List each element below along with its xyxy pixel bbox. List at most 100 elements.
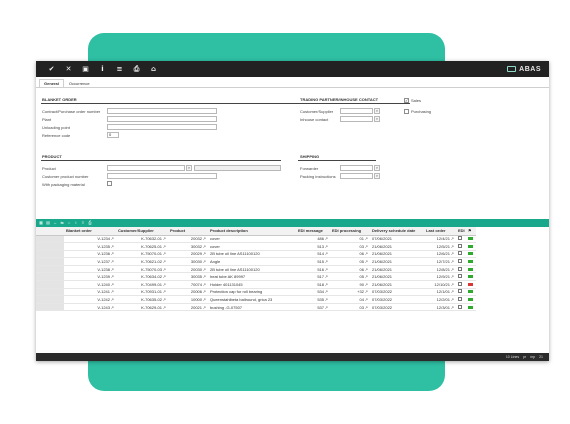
document-icon[interactable] bbox=[458, 243, 462, 248]
contract-field[interactable] bbox=[107, 108, 217, 114]
document-icon[interactable] bbox=[458, 236, 462, 241]
grid-sort-icon[interactable]: ≡ bbox=[80, 220, 86, 226]
check-icon[interactable]: ✔ bbox=[43, 63, 60, 75]
link-icon[interactable]: ↗ bbox=[364, 237, 368, 241]
link-icon[interactable]: ↗ bbox=[110, 282, 114, 287]
link-icon[interactable]: ↗ bbox=[110, 260, 114, 264]
document-icon[interactable] bbox=[458, 274, 462, 279]
packaging-checkbox[interactable] bbox=[107, 181, 112, 186]
col-edi[interactable]: EDI bbox=[456, 227, 466, 236]
table-row[interactable]: V-1235 ↗ K-70625-01 ↗ 30032 ↗ cover 513 ↗ 03 … bbox=[36, 242, 476, 251]
link-icon[interactable]: ↗ bbox=[162, 290, 166, 294]
link-icon[interactable]: ↗ bbox=[450, 244, 454, 249]
link-icon[interactable]: ↗ bbox=[450, 305, 454, 310]
close-icon[interactable]: ✕ bbox=[60, 63, 77, 75]
link-icon[interactable]: ↗ bbox=[364, 244, 368, 249]
link-icon[interactable]: ↗ bbox=[162, 260, 166, 264]
customer-supplier-pick-icon[interactable]: ⌕ bbox=[374, 108, 380, 114]
link-icon[interactable]: ↗ bbox=[162, 244, 166, 249]
document-icon[interactable] bbox=[458, 251, 462, 256]
packing-instructions-field[interactable] bbox=[340, 173, 373, 179]
table-row[interactable]: V-1241 ↗ K-70931-01 ↗ 20006 ↗ Protection ca… bbox=[36, 288, 476, 297]
grid-info-icon[interactable]: i bbox=[73, 220, 79, 226]
link-icon[interactable]: ↗ bbox=[364, 305, 368, 310]
unloading-field[interactable] bbox=[107, 124, 217, 130]
link-icon[interactable]: ↗ bbox=[202, 252, 206, 256]
document-icon[interactable] bbox=[458, 281, 462, 286]
reference-field[interactable]: 0 bbox=[107, 132, 119, 138]
link-icon[interactable]: ↗ bbox=[202, 267, 206, 272]
grid-collapse-icon[interactable]: ⇆ bbox=[59, 220, 65, 226]
tab-general[interactable]: General bbox=[39, 79, 64, 87]
grid-select-icon[interactable]: ▦ bbox=[38, 220, 44, 226]
col-customer-supplier[interactable]: Customer/Supplier bbox=[116, 227, 168, 236]
table-row[interactable]: V-1243 ↗ K-70629-01 ↗ 20021 ↗ bushing -G-07… bbox=[36, 303, 476, 312]
tab-occurrence[interactable]: Occurrence bbox=[64, 79, 95, 87]
link-icon[interactable]: ↗ bbox=[364, 290, 368, 294]
link-icon[interactable]: ↗ bbox=[450, 237, 454, 241]
forwarder-pick-icon[interactable]: ⌕ bbox=[374, 165, 380, 171]
table-row[interactable]: V-1240 ↗ K-70499-01 ↗ 70074 ↗ Holder 401131… bbox=[36, 280, 476, 289]
col-edi-processing[interactable]: EDI processing bbox=[330, 227, 370, 236]
link-icon[interactable]: ↗ bbox=[110, 275, 114, 279]
link-icon[interactable]: ↗ bbox=[202, 237, 206, 241]
link-icon[interactable]: ↗ bbox=[110, 290, 114, 294]
link-icon[interactable]: ↗ bbox=[324, 237, 328, 241]
link-icon[interactable]: ↗ bbox=[162, 305, 166, 310]
col-blanket-order[interactable]: Blanket order bbox=[64, 227, 116, 236]
inhouse-contact-field[interactable] bbox=[340, 116, 373, 122]
link-icon[interactable]: ↗ bbox=[162, 282, 166, 287]
link-icon[interactable]: ↗ bbox=[324, 305, 328, 310]
document-icon[interactable] bbox=[458, 297, 462, 302]
info-icon[interactable]: i bbox=[94, 63, 111, 75]
sales-checkbox[interactable]: ✓ bbox=[404, 98, 409, 103]
forwarder-field[interactable] bbox=[340, 165, 373, 171]
link-icon[interactable]: ↗ bbox=[202, 244, 206, 249]
link-icon[interactable]: ↗ bbox=[202, 282, 206, 287]
col-edi-message[interactable]: EDI message bbox=[296, 227, 330, 236]
link-icon[interactable]: ↗ bbox=[450, 290, 454, 294]
link-icon[interactable]: ↗ bbox=[202, 260, 206, 264]
link-icon[interactable]: ↗ bbox=[324, 267, 328, 272]
col-delivery-schedule-date[interactable]: Delivery schedule date bbox=[370, 227, 424, 236]
inhouse-contact-pick-icon[interactable]: ⌕ bbox=[374, 116, 380, 122]
link-icon[interactable]: ↗ bbox=[110, 267, 114, 272]
link-icon[interactable]: ↗ bbox=[364, 282, 368, 287]
link-icon[interactable]: ↗ bbox=[110, 305, 114, 310]
document-icon[interactable] bbox=[458, 266, 462, 271]
link-icon[interactable]: ↗ bbox=[110, 252, 114, 256]
link-icon[interactable]: ↗ bbox=[364, 275, 368, 279]
table-row[interactable]: V-1234 ↗ K-70632-01 ↗ 20032 ↗ cover 486 ↗ 01 … bbox=[36, 235, 476, 244]
col-product-description[interactable]: Product description bbox=[208, 227, 296, 236]
link-icon[interactable]: ↗ bbox=[364, 252, 368, 256]
product-field[interactable] bbox=[107, 165, 185, 171]
col-last-order[interactable]: Last order bbox=[424, 227, 456, 236]
plant-field[interactable] bbox=[107, 116, 217, 122]
link-icon[interactable]: ↗ bbox=[324, 260, 328, 264]
link-icon[interactable]: ↗ bbox=[110, 237, 114, 241]
customer-product-number-field[interactable] bbox=[107, 173, 217, 179]
table-row[interactable]: V-1242 ↗ K-70635-02 ↗ 10000 ↗ Queenstahlbet… bbox=[36, 295, 476, 304]
link-icon[interactable]: ↗ bbox=[450, 267, 454, 272]
table-row[interactable]: V-1236 ↗ K-75070-01 ↗ 20029 ↗ 2B tube oil l… bbox=[36, 250, 476, 259]
link-icon[interactable]: ↗ bbox=[110, 298, 114, 302]
link-icon[interactable]: ↗ bbox=[202, 298, 206, 302]
customer-supplier-field[interactable] bbox=[340, 108, 373, 114]
link-icon[interactable]: ↗ bbox=[450, 260, 454, 264]
link-icon[interactable]: ↗ bbox=[202, 305, 206, 310]
link-icon[interactable]: ↗ bbox=[450, 282, 454, 287]
link-icon[interactable]: ↗ bbox=[162, 275, 166, 279]
packing-instructions-pick-icon[interactable]: ⌕ bbox=[374, 173, 380, 179]
link-icon[interactable]: ↗ bbox=[450, 275, 454, 279]
link-icon[interactable]: ↗ bbox=[364, 298, 368, 302]
link-icon[interactable]: ↗ bbox=[324, 244, 328, 249]
link-icon[interactable]: ↗ bbox=[450, 252, 454, 256]
col-product[interactable]: Product bbox=[168, 227, 208, 236]
link-icon[interactable]: ↗ bbox=[202, 290, 206, 294]
link-icon[interactable]: ↗ bbox=[364, 260, 368, 264]
list-icon[interactable]: ≡ bbox=[111, 63, 128, 75]
link-icon[interactable]: ↗ bbox=[450, 298, 454, 302]
table-row[interactable]: V-1239 ↗ K-70634-02 ↗ 30035 ↗ heat tube AK … bbox=[36, 272, 476, 282]
grid-filter-icon[interactable]: ▤ bbox=[45, 220, 51, 226]
product-pick-icon[interactable]: ⌕ bbox=[186, 165, 192, 171]
